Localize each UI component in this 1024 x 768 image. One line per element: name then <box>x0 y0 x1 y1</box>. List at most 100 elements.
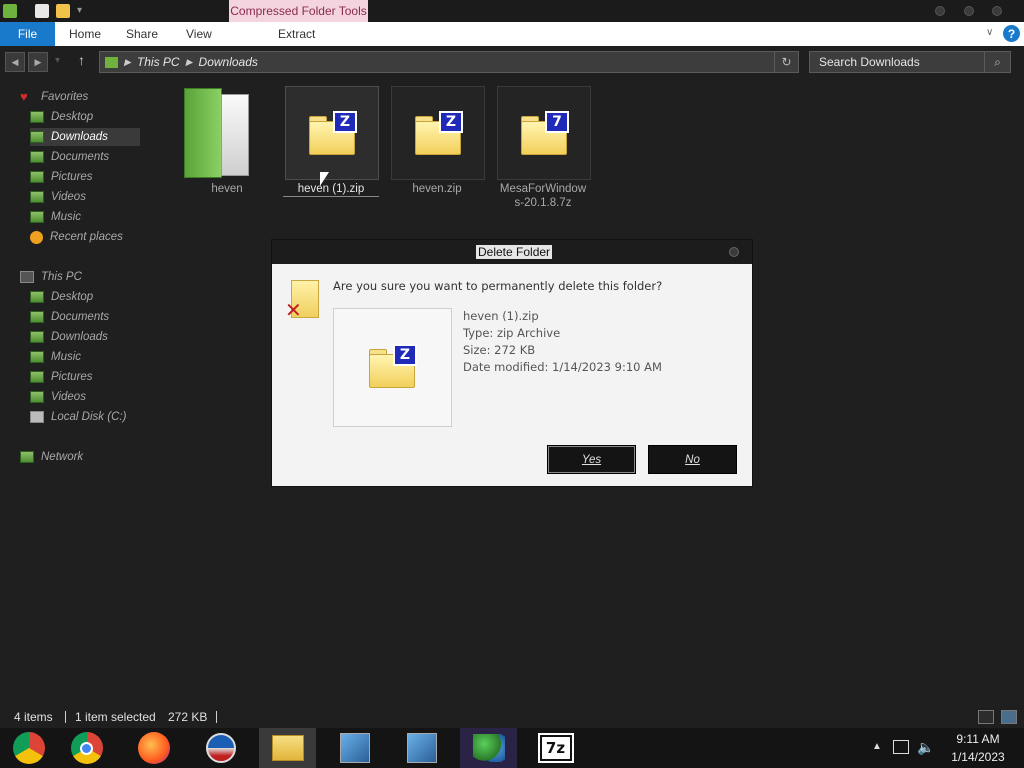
dialog-file-size: Size: 272 KB <box>463 343 536 357</box>
sidebar-item-desktop[interactable]: Desktop <box>30 108 93 126</box>
sidebar-this-pc[interactable]: This PC <box>20 268 82 286</box>
taskbar-installer[interactable] <box>326 728 383 768</box>
file-name: heven (1).zip <box>283 182 379 197</box>
sidebar-item-recent-places[interactable]: Recent places <box>30 228 123 246</box>
taskbar: 7z ▲ 🔈 9:11 AM 1/14/2023 <box>0 728 1024 768</box>
chrome-icon <box>70 732 103 764</box>
breadcrumb-chevron-icon: ▶ <box>124 56 131 67</box>
file-item-mesa-7z[interactable]: 7 MesaForWindow s-20.1.8.7z <box>495 86 591 209</box>
sidebar-favorites[interactable]: ♥ Favorites <box>20 88 88 106</box>
mouse-cursor-icon <box>320 172 329 186</box>
desktop-icon <box>30 291 44 303</box>
help-icon[interactable]: ? <box>1003 25 1020 42</box>
clock-date[interactable]: 1/14/2023 <box>940 750 1016 764</box>
dialog-file-type: Type: zip Archive <box>463 326 561 340</box>
maximize-button[interactable] <box>964 6 974 16</box>
installer-icon-2 <box>406 733 437 763</box>
downloads-icon <box>30 331 44 343</box>
sidebar-item-label: Desktop <box>51 291 94 303</box>
new-folder-icon[interactable] <box>56 4 70 18</box>
documents-icon <box>30 151 44 163</box>
sidebar-item-pc-pictures[interactable]: Pictures <box>30 368 93 386</box>
sidebar-item-label: Downloads <box>51 331 108 343</box>
messenger-icon <box>472 734 505 762</box>
file-item-heven-1-zip[interactable]: Z heven (1).zip <box>283 86 379 198</box>
volume-icon[interactable]: 🔈 <box>917 739 934 756</box>
taskbar-chrome-os[interactable] <box>0 728 57 768</box>
status-item-count: 4 items <box>14 710 53 724</box>
computer-icon <box>20 271 34 283</box>
taskbar-7zip[interactable]: 7z <box>527 728 584 768</box>
file-item-heven[interactable]: heven <box>179 86 275 198</box>
music-icon <box>30 351 44 363</box>
sidebar-item-pc-videos[interactable]: Videos <box>30 388 86 406</box>
sidebar-item-label: Pictures <box>51 171 93 183</box>
sidebar-item-label: Local Disk (C:) <box>51 411 127 423</box>
forward-button[interactable]: ▶ <box>28 52 48 72</box>
sidebar-item-label: Downloads <box>51 131 108 143</box>
close-button[interactable] <box>992 6 1002 16</box>
sidebar-item-pc-music[interactable]: Music <box>30 348 81 366</box>
tab-file[interactable]: File <box>0 22 55 46</box>
search-placeholder: Search Downloads <box>819 55 920 69</box>
sidebar-item-label: Videos <box>51 391 86 403</box>
dialog-title: Delete Folder <box>476 245 553 259</box>
taskbar-file-explorer[interactable] <box>259 728 316 768</box>
details-view-icon[interactable] <box>978 710 994 724</box>
recent-locations-icon[interactable]: ▾ <box>55 55 60 66</box>
navigation-pane: ♥ Favorites Desktop Downloads Documents … <box>0 86 165 706</box>
breadcrumb-this-pc[interactable]: This PC <box>137 55 180 69</box>
7zip-icon: 7z <box>537 733 574 763</box>
zip-badge: Z <box>393 344 417 366</box>
large-icons-view-icon[interactable] <box>1001 710 1017 724</box>
customize-quick-access-icon[interactable]: ▾ <box>77 5 82 16</box>
network-icon <box>20 451 34 463</box>
tab-view[interactable]: View <box>186 22 212 46</box>
delete-folder-icon: ✕ <box>285 278 319 322</box>
taskbar-obama-app[interactable] <box>192 728 249 768</box>
sidebar-item-pc-documents[interactable]: Documents <box>30 308 109 326</box>
sidebar-network[interactable]: Network <box>20 448 83 466</box>
obama-icon <box>205 733 236 763</box>
sidebar-item-local-disk[interactable]: Local Disk (C:) <box>30 408 126 426</box>
search-icon[interactable]: ⌕ <box>984 52 1010 72</box>
expand-ribbon-icon[interactable]: ∨ <box>986 27 993 38</box>
properties-icon[interactable] <box>35 4 49 18</box>
taskbar-firefox[interactable] <box>125 728 182 768</box>
sidebar-item-videos[interactable]: Videos <box>30 188 86 206</box>
status-size: 272 KB <box>168 710 208 724</box>
sidebar-item-pc-desktop[interactable]: Desktop <box>30 288 93 306</box>
sidebar-item-documents[interactable]: Documents <box>30 148 109 166</box>
minimize-button[interactable] <box>935 6 945 16</box>
tab-extract[interactable]: Extract <box>278 22 315 46</box>
sidebar-item-pc-downloads[interactable]: Downloads <box>30 328 108 346</box>
back-button[interactable]: ◀ <box>5 52 25 72</box>
7z-archive-icon: 7 <box>521 111 569 155</box>
sidebar-item-pictures[interactable]: Pictures <box>30 168 93 186</box>
status-bar: 4 items 1 item selected 272 KB <box>0 706 1024 728</box>
yes-button[interactable]: Yes <box>547 445 636 474</box>
no-button[interactable]: No <box>648 445 737 474</box>
dialog-close-button[interactable] <box>729 247 739 257</box>
chrome-os-icon <box>12 732 45 764</box>
breadcrumb-downloads[interactable]: Downloads <box>199 55 258 69</box>
address-bar[interactable]: ▶ This PC ▶ Downloads ↻ <box>99 51 799 73</box>
show-hidden-icons-icon[interactable]: ▲ <box>872 741 882 752</box>
clock-time[interactable]: 9:11 AM <box>940 732 1016 746</box>
ribbon-tabs: File Home Share View Extract ∨ ? <box>0 22 1024 46</box>
search-input[interactable]: Search Downloads ⌕ <box>809 51 1011 73</box>
taskbar-messenger[interactable] <box>460 728 517 768</box>
network-status-icon[interactable] <box>893 740 909 754</box>
tab-share[interactable]: Share <box>126 22 158 46</box>
taskbar-installer-2[interactable] <box>393 728 450 768</box>
divider <box>216 711 217 723</box>
taskbar-chrome[interactable] <box>58 728 115 768</box>
context-tab-compressed-folder-tools: Compressed Folder Tools <box>229 0 368 22</box>
up-arrow-icon[interactable]: ↑ <box>78 52 85 68</box>
sidebar-item-music[interactable]: Music <box>30 208 81 226</box>
file-name-line-1: MesaForWindow <box>499 183 587 195</box>
sidebar-item-downloads[interactable]: Downloads <box>30 128 140 146</box>
refresh-icon[interactable]: ↻ <box>774 52 798 72</box>
tab-home[interactable]: Home <box>69 22 101 46</box>
file-item-heven-zip[interactable]: Z heven.zip <box>389 86 485 198</box>
